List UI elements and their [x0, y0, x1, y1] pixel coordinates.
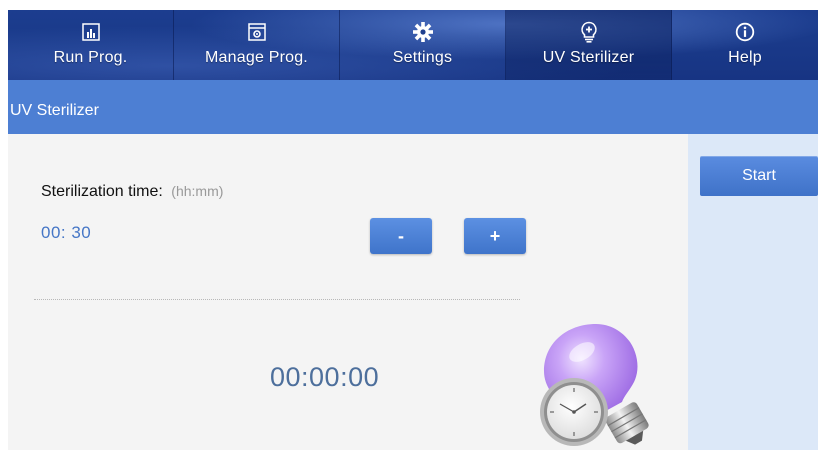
tab-help[interactable]: Help — [672, 10, 818, 80]
chart-icon — [81, 21, 101, 43]
sterilization-time-text: Sterilization time: — [41, 183, 163, 200]
sterilization-time-value: 00: 30 — [41, 223, 92, 242]
start-button[interactable]: Start — [700, 156, 818, 196]
time-unit-hint: (hh:mm) — [171, 183, 224, 199]
top-navigation: Run Prog. Manage Prog. Settings UV Steri… — [8, 10, 818, 80]
page-title: UV Sterilizer — [10, 102, 99, 119]
main-panel: Sterilization time: (hh:mm) 00: 30 - + 0… — [8, 134, 688, 450]
tab-label: Manage Prog. — [205, 49, 308, 66]
tab-label: UV Sterilizer — [542, 49, 635, 66]
sterilization-time-label: Sterilization time: (hh:mm) — [41, 183, 223, 201]
tab-label: Help — [728, 49, 762, 66]
tab-uv-sterilizer[interactable]: UV Sterilizer — [506, 10, 672, 80]
divider — [34, 299, 520, 300]
tab-label: Run Prog. — [53, 49, 128, 66]
uv-sterilizer-screen: Run Prog. Manage Prog. Settings UV Steri… — [8, 10, 818, 450]
decrease-time-button[interactable]: - — [370, 218, 432, 254]
program-icon — [247, 21, 267, 43]
increase-time-button[interactable]: + — [464, 218, 526, 254]
tab-manage-prog[interactable]: Manage Prog. — [174, 10, 340, 80]
info-icon — [735, 21, 755, 43]
tab-label: Settings — [392, 49, 453, 66]
gear-icon — [412, 21, 434, 43]
countdown-timer: 00:00:00 — [270, 362, 380, 392]
page-title-bar: UV Sterilizer — [8, 80, 818, 134]
action-sidebar: Start — [688, 134, 818, 450]
tab-settings[interactable]: Settings — [340, 10, 506, 80]
bulb-plus-icon — [579, 21, 599, 43]
uv-bulb-clock-illustration — [526, 316, 671, 450]
tab-run-prog[interactable]: Run Prog. — [8, 10, 174, 80]
